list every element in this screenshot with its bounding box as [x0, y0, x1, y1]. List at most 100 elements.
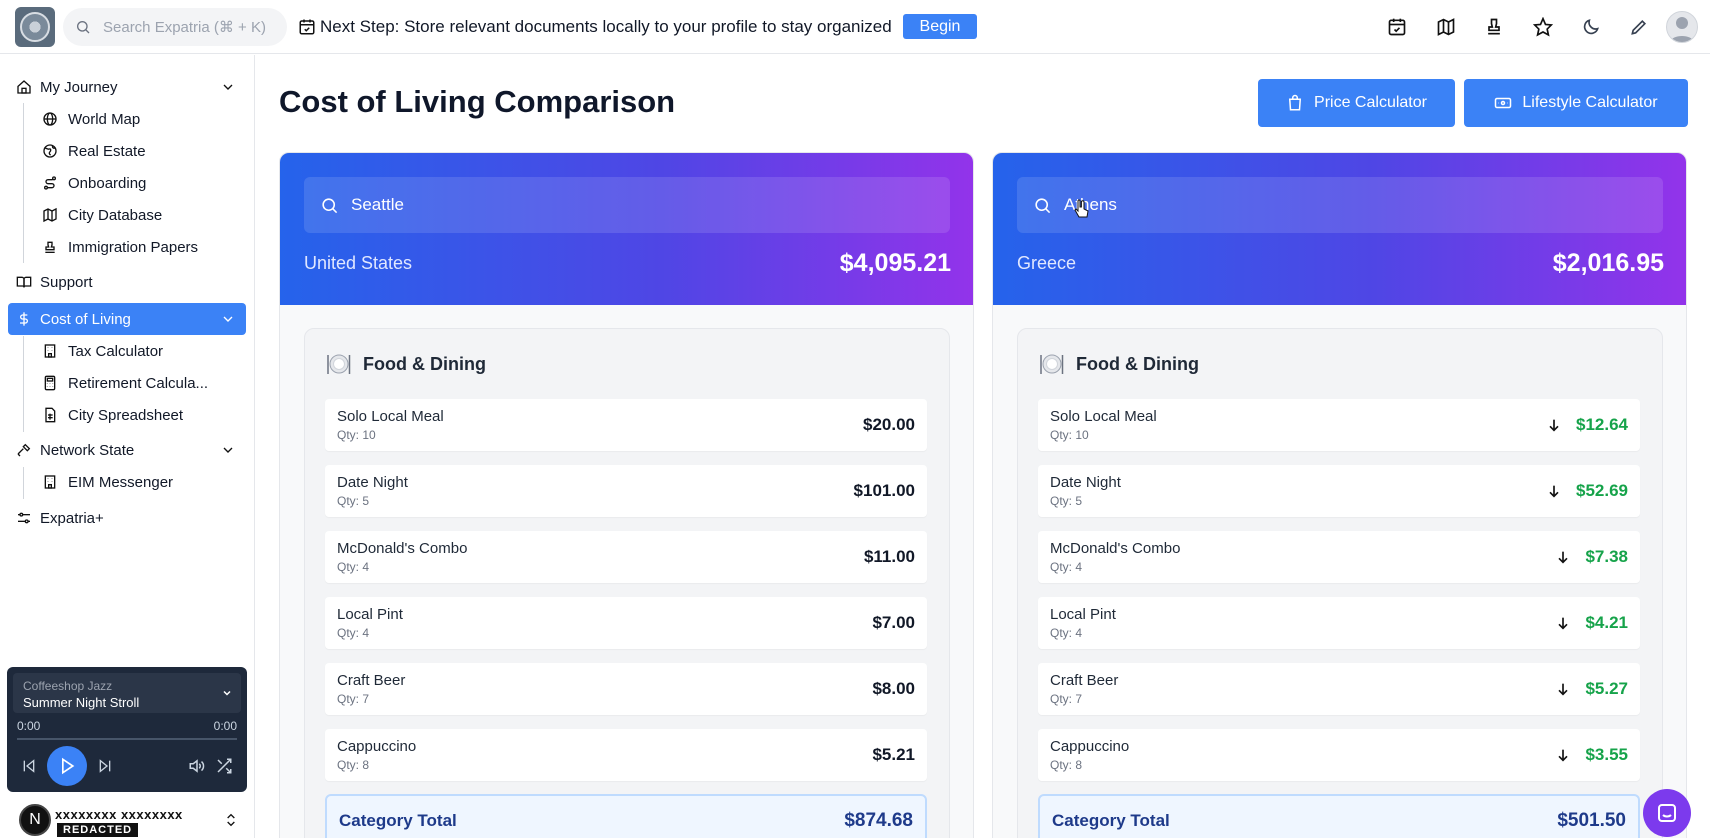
category-total: Category Total $874.68 [325, 794, 927, 838]
sidebar-item-retirement-calculator[interactable]: Retirement Calcula... [42, 368, 246, 398]
nav-network-state[interactable]: Network State [8, 434, 246, 466]
city-search-input[interactable] [351, 195, 931, 215]
next-step-banner: Next Step: Store relevant documents loca… [298, 14, 892, 40]
search-input[interactable] [103, 18, 283, 36]
chevron-down-icon [223, 447, 233, 453]
begin-button[interactable]: Begin [903, 14, 977, 39]
expense-price: $4.21 [1555, 613, 1628, 633]
expense-qty: Qty: 5 [337, 494, 370, 508]
sidebar-item-label: World Map [68, 110, 141, 128]
expense-row: Solo Local Meal Qty: 10 $20.00 [325, 399, 927, 451]
expense-name: McDonald's Combo [1050, 540, 1181, 557]
price-value: $101.00 [853, 481, 915, 500]
expense-row: Cappuccino Qty: 8 $5.21 [325, 729, 927, 781]
home-icon [17, 80, 31, 94]
expense-qty: Qty: 4 [1050, 626, 1083, 640]
building-icon [44, 344, 56, 358]
nav-label: Expatria+ [40, 509, 104, 527]
lifestyle-calculator-button[interactable]: Lifestyle Calculator [1464, 79, 1688, 127]
category-title: Food & Dining [325, 351, 486, 377]
price-value: $8.00 [872, 679, 915, 698]
expense-name: Cappuccino [337, 738, 417, 755]
city-monthly-total: $4,095.21 [839, 249, 951, 277]
price-calculator-button[interactable]: Price Calculator [1258, 79, 1455, 127]
skip-forward-icon[interactable] [95, 756, 115, 776]
stamp-icon[interactable] [1482, 15, 1506, 39]
expense-price: $3.55 [1555, 745, 1628, 765]
button-label: Price Calculator [1314, 94, 1427, 111]
category-total-label: Category Total [339, 811, 457, 830]
sidebar-item-city-database[interactable]: City Database [42, 200, 246, 230]
pencil-icon[interactable] [1627, 15, 1651, 39]
sidebar-item-immigration-papers[interactable]: Immigration Papers [42, 232, 246, 262]
expense-price: $101.00 [854, 481, 915, 501]
map-icon[interactable] [1434, 15, 1458, 39]
city-search-input[interactable] [1064, 195, 1644, 215]
plate-utensils-icon [1040, 354, 1064, 374]
nav-my-journey[interactable]: My Journey [8, 71, 246, 103]
category-total-label: Category Total [1052, 811, 1170, 830]
expense-price: $52.69 [1546, 481, 1628, 501]
nav-cost-of-living[interactable]: Cost of Living [8, 303, 246, 335]
expense-qty: Qty: 4 [337, 560, 370, 574]
calendar-check-icon [299, 19, 315, 35]
chat-launcher-button[interactable] [1643, 789, 1691, 837]
arrow-down-icon [1549, 485, 1559, 498]
page-title: Cost of Living Comparison [279, 84, 676, 119]
price-value: $7.38 [1585, 547, 1628, 566]
plate-utensils-icon [327, 354, 351, 374]
nav-support[interactable]: Support [8, 266, 246, 298]
sidebar-item-label: City Spreadsheet [68, 406, 184, 424]
player-header[interactable]: Coffeeshop Jazz Summer Night Stroll [13, 673, 241, 713]
progress-bar[interactable] [17, 738, 237, 740]
shopping-bag-icon [1288, 94, 1302, 111]
category-name: Food & Dining [1076, 353, 1199, 374]
skip-back-icon[interactable] [19, 756, 39, 776]
route-icon [44, 176, 56, 190]
sidebar-item-eim-messenger[interactable]: EIM Messenger [42, 467, 246, 497]
star-icon[interactable] [1531, 15, 1555, 39]
user-profile-row[interactable]: N xxxxxxxx xxxxxxxx REDACTED [15, 802, 245, 838]
nav-label: Network State [40, 441, 135, 459]
city-monthly-total: $2,016.95 [1552, 249, 1664, 277]
expense-row: McDonald's Combo Qty: 4 $11.00 [325, 531, 927, 583]
expense-price: $7.38 [1555, 547, 1628, 567]
expense-name: Solo Local Meal [1050, 408, 1157, 425]
user-initial: N [19, 804, 51, 836]
building-icon [44, 475, 56, 489]
sidebar-item-label: Onboarding [68, 174, 147, 192]
volume-icon[interactable] [187, 756, 207, 776]
country-name: United States [304, 253, 413, 273]
user-avatar-icon[interactable] [1666, 11, 1698, 43]
tree-line [23, 467, 24, 499]
play-button[interactable] [47, 746, 87, 786]
nav-label: My Journey [40, 78, 118, 96]
sidebar-item-world-map[interactable]: World Map [42, 104, 246, 134]
expense-price: $5.21 [872, 745, 915, 765]
sidebar-item-tax-calculator[interactable]: Tax Calculator [42, 336, 246, 366]
sidebar-item-city-spreadsheet[interactable]: City Spreadsheet [42, 400, 246, 430]
global-search[interactable] [63, 8, 287, 46]
expense-qty: Qty: 10 [1050, 428, 1089, 442]
expense-row: McDonald's Combo Qty: 4 $7.38 [1038, 531, 1640, 583]
calendar-check-icon[interactable] [1385, 15, 1409, 39]
nav-expatria-plus[interactable]: Expatria+ [8, 502, 246, 534]
expense-row: Local Pint Qty: 4 $7.00 [325, 597, 927, 649]
city-search[interactable] [1017, 177, 1663, 233]
track-title: Summer Night Stroll [23, 695, 140, 710]
logo-emblem [20, 12, 50, 42]
city-search[interactable] [304, 177, 950, 233]
expense-qty: Qty: 4 [1050, 560, 1083, 574]
hammer-icon [17, 443, 31, 457]
moon-icon[interactable] [1579, 15, 1603, 39]
calculator-icon [44, 375, 56, 391]
sidebar-item-onboarding[interactable]: Onboarding [42, 168, 246, 198]
expense-qty: Qty: 8 [1050, 758, 1083, 772]
expense-name: Date Night [337, 474, 408, 491]
app-logo[interactable] [15, 7, 55, 47]
expense-name: Craft Beer [337, 672, 406, 689]
chevron-down-icon [223, 84, 233, 90]
shuffle-icon[interactable] [214, 756, 234, 776]
expense-name: Local Pint [1050, 606, 1116, 623]
sidebar-item-real-estate[interactable]: Real Estate [42, 136, 246, 166]
